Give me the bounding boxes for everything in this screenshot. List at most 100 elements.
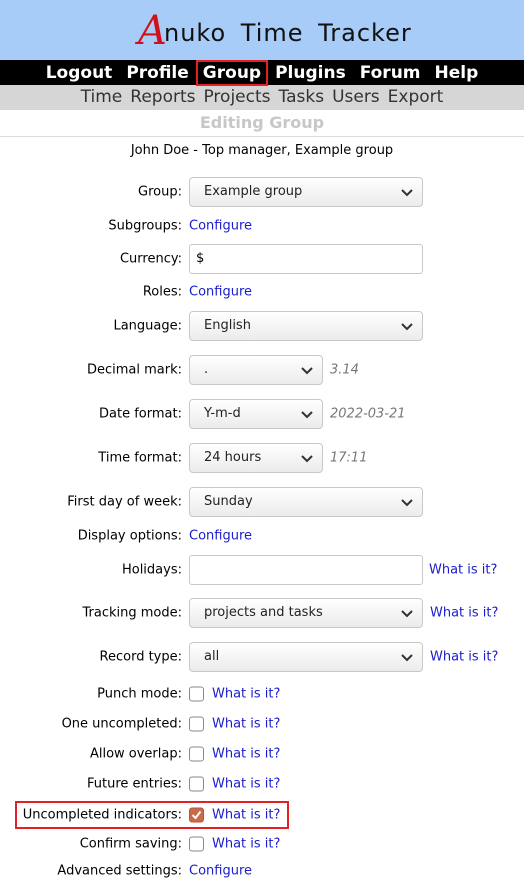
group-select[interactable]: Example group (189, 177, 423, 207)
logo-text: nuko Time Tracker (164, 19, 412, 47)
header: A nuko Time Tracker (0, 0, 524, 60)
subnav-users[interactable]: Users (328, 85, 384, 110)
nav-help[interactable]: Help (428, 60, 486, 86)
chevron-down-icon (401, 610, 413, 618)
punch-mode-label: Punch mode: (97, 686, 182, 702)
row-time-format: Time format: 24 hours 17:11 (0, 443, 524, 473)
row-roles: Roles: Configure (0, 277, 524, 307)
page-title: Editing Group (0, 110, 524, 137)
row-subgroups: Subgroups: Configure (0, 211, 524, 241)
date-format-select[interactable]: Y-m-d (189, 399, 323, 429)
chevron-down-icon (301, 367, 313, 375)
row-one-uncompleted: One uncompleted: What is it? (0, 709, 524, 739)
row-allow-overlap: Allow overlap: What is it? (0, 739, 524, 769)
decimal-mark-label: Decimal mark: (86, 362, 182, 378)
chevron-down-icon (301, 411, 313, 419)
chevron-down-icon (301, 455, 313, 463)
future-entries-control: What is it? (189, 776, 280, 792)
row-tracking-mode: Tracking mode: projects and tasks What i… (0, 598, 524, 628)
decimal-mark-value: . (204, 362, 209, 377)
tracking-mode-select[interactable]: projects and tasks (189, 598, 423, 628)
nav-forum[interactable]: Forum (353, 60, 428, 86)
row-first-day: First day of week: Sunday (0, 487, 524, 517)
row-group: Group: Example group (0, 177, 524, 207)
decimal-mark-example: 3.14 (330, 362, 359, 378)
holidays-help-link[interactable]: What is it? (429, 563, 497, 578)
sub-nav: Time Reports Projects Tasks Users Export (0, 85, 524, 110)
row-record-type: Record type: all What is it? (0, 642, 524, 672)
row-decimal-mark: Decimal mark: . 3.14 (0, 355, 524, 385)
record-type-help-link[interactable]: What is it? (430, 650, 498, 665)
time-format-value: 24 hours (204, 450, 262, 465)
user-info: John Doe - Top manager, Example group (130, 143, 394, 158)
language-select-value: English (204, 318, 251, 333)
nav-plugins[interactable]: Plugins (268, 60, 353, 86)
punch-mode-help-link[interactable]: What is it? (212, 687, 280, 702)
group-select-value: Example group (204, 184, 303, 199)
checkmark-icon (191, 810, 202, 820)
allow-overlap-checkbox[interactable] (189, 746, 204, 762)
future-entries-checkbox[interactable] (189, 776, 204, 792)
record-type-label: Record type: (99, 649, 182, 665)
one-uncompleted-checkbox[interactable] (189, 716, 204, 732)
row-holidays: Holidays: What is it? (0, 555, 524, 585)
one-uncompleted-help-link[interactable]: What is it? (212, 717, 280, 732)
display-options-label: Display options: (77, 528, 182, 544)
subnav-export[interactable]: Export (384, 85, 448, 110)
currency-input[interactable]: $ (189, 244, 423, 274)
record-type-value: all (204, 649, 220, 664)
record-type-select[interactable]: all (189, 642, 423, 672)
time-format-select[interactable]: 24 hours (189, 443, 323, 473)
chevron-down-icon (401, 499, 413, 507)
nav-profile[interactable]: Profile (119, 60, 195, 86)
decimal-mark-select[interactable]: . (189, 355, 323, 385)
display-options-configure-link[interactable]: Configure (189, 529, 252, 544)
confirm-saving-help-link[interactable]: What is it? (212, 837, 280, 852)
uncompleted-indicators-control: What is it? (189, 807, 280, 823)
tracking-mode-help-link[interactable]: What is it? (430, 606, 498, 621)
first-day-select[interactable]: Sunday (189, 487, 423, 517)
language-select[interactable]: English (189, 311, 423, 341)
allow-overlap-control: What is it? (189, 746, 280, 762)
date-format-example: 2022-03-21 (330, 406, 406, 422)
one-uncompleted-label: One uncompleted: (61, 716, 182, 732)
advanced-settings-configure-link[interactable]: Configure (189, 864, 252, 879)
future-entries-label: Future entries: (87, 776, 182, 792)
chevron-down-icon (401, 323, 413, 331)
time-format-example: 17:11 (330, 450, 368, 466)
punch-mode-control: What is it? (189, 686, 280, 702)
group-label: Group: (138, 184, 182, 200)
subgroups-configure-link[interactable]: Configure (189, 219, 252, 234)
subnav-tasks[interactable]: Tasks (275, 85, 329, 110)
holidays-label: Holidays: (121, 562, 182, 578)
roles-configure-link[interactable]: Configure (189, 285, 252, 300)
uncompleted-indicators-help-link[interactable]: What is it? (212, 808, 280, 823)
chevron-down-icon (401, 654, 413, 662)
row-future-entries: Future entries: What is it? (0, 769, 524, 799)
row-currency: Currency: $ (0, 244, 524, 274)
holidays-input[interactable] (189, 555, 423, 585)
top-nav: Logout Profile Group Plugins Forum Help (0, 59, 524, 86)
one-uncompleted-control: What is it? (189, 716, 280, 732)
date-format-label: Date format: (99, 406, 182, 422)
advanced-settings-label: Advanced settings: (57, 863, 182, 879)
time-format-label: Time format: (98, 450, 182, 466)
row-advanced-settings: Advanced settings: Configure (0, 856, 524, 886)
subnav-time[interactable]: Time (77, 85, 127, 110)
allow-overlap-help-link[interactable]: What is it? (212, 747, 280, 762)
first-day-label: First day of week: (67, 494, 182, 510)
future-entries-help-link[interactable]: What is it? (212, 777, 280, 792)
subnav-projects[interactable]: Projects (199, 85, 274, 110)
confirm-saving-checkbox[interactable] (189, 836, 204, 852)
roles-label: Roles: (142, 284, 182, 300)
first-day-value: Sunday (204, 494, 253, 509)
nav-logout[interactable]: Logout (39, 60, 120, 86)
tracking-mode-value: projects and tasks (204, 605, 323, 620)
punch-mode-checkbox[interactable] (189, 686, 204, 702)
nav-group[interactable]: Group (195, 59, 269, 86)
logo-letter: A (138, 8, 167, 54)
subnav-reports[interactable]: Reports (126, 85, 199, 110)
uncompleted-indicators-checkbox[interactable] (189, 807, 204, 823)
uncompleted-indicators-label: Uncompleted indicators: (22, 807, 182, 823)
row-language: Language: English (0, 311, 524, 341)
